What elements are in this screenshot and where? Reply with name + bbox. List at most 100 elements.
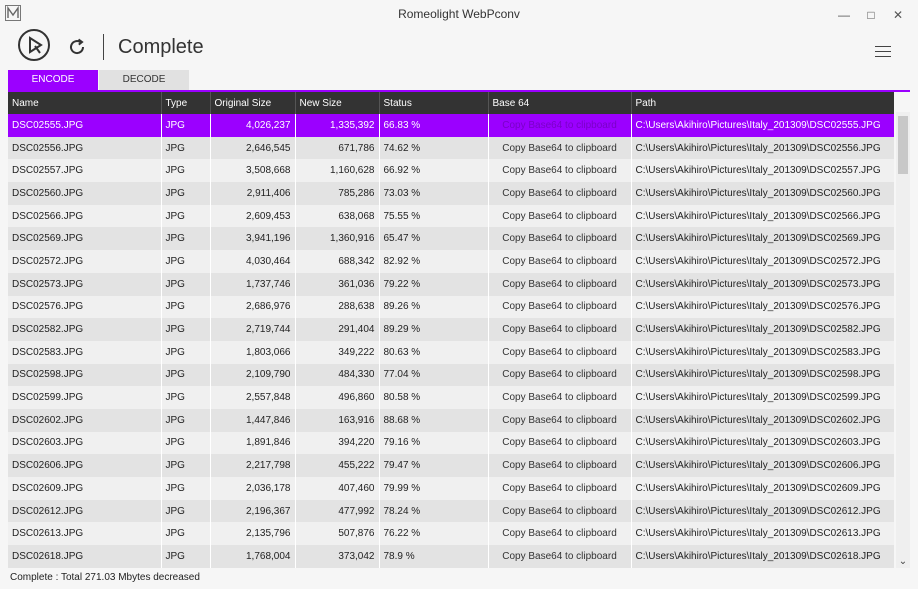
- copy-base64-button[interactable]: Copy Base64 to clipboard: [488, 499, 632, 523]
- cell-new-size: 477,992: [295, 499, 380, 523]
- copy-base64-button[interactable]: Copy Base64 to clipboard: [488, 545, 632, 568]
- copy-base64-button[interactable]: Copy Base64 to clipboard: [488, 408, 632, 432]
- cell-path: C:\Users\Akihiro\Pictures\Italy_201309\D…: [631, 477, 894, 500]
- copy-base64-button[interactable]: Copy Base64 to clipboard: [488, 227, 632, 251]
- copy-base64-button[interactable]: Copy Base64 to clipboard: [488, 159, 632, 183]
- table-row[interactable]: DSC02555.JPG JPG 4,026,237 1,335,392 66.83 %…: [8, 114, 894, 137]
- column-header-type[interactable]: Type: [161, 92, 211, 114]
- copy-base64-button[interactable]: Copy Base64 to clipboard: [488, 250, 632, 273]
- cell-name: DSC02573.JPG: [8, 272, 162, 296]
- cell-new-size: 288,638: [295, 295, 380, 319]
- table-row[interactable]: DSC02613.JPG JPG 2,135,796 507,876 76.22 % Co…: [8, 522, 894, 546]
- copy-base64-button[interactable]: Copy Base64 to clipboard: [488, 114, 632, 137]
- table-row[interactable]: DSC02599.JPG JPG 2,557,848 496,860 80.58 % Co…: [8, 386, 894, 409]
- cell-new-size: 496,860: [295, 386, 380, 409]
- cell-status: 73.03 %: [379, 182, 489, 205]
- cell-status: 79.47 %: [379, 454, 489, 477]
- column-header-path[interactable]: Path: [631, 92, 894, 114]
- copy-base64-button[interactable]: Copy Base64 to clipboard: [488, 386, 632, 409]
- cell-new-size: 361,036: [295, 272, 380, 296]
- table-row[interactable]: DSC02566.JPG JPG 2,609,453 638,068 75.55 % Co…: [8, 204, 894, 228]
- table-row[interactable]: DSC02606.JPG JPG 2,217,798 455,222 79.47 % Co…: [8, 454, 894, 477]
- copy-base64-button[interactable]: Copy Base64 to clipboard: [488, 522, 632, 546]
- cell-original-size: 1,768,004: [210, 545, 296, 568]
- file-table: Name Type Original Size New Size Status …: [8, 92, 894, 568]
- column-header-base64[interactable]: Base 64: [488, 92, 632, 114]
- copy-base64-button[interactable]: Copy Base64 to clipboard: [488, 272, 632, 296]
- copy-base64-button[interactable]: Copy Base64 to clipboard: [488, 340, 632, 364]
- table-row[interactable]: DSC02609.JPG JPG 2,036,178 407,460 79.99 % Co…: [8, 477, 894, 500]
- column-header-new-size[interactable]: New Size: [295, 92, 380, 114]
- cell-name: DSC02582.JPG: [8, 318, 162, 341]
- cell-new-size: 1,160,628: [295, 159, 380, 183]
- table-row[interactable]: DSC02602.JPG JPG 1,447,846 163,916 88.68 % Co…: [8, 408, 894, 432]
- cell-status: 79.22 %: [379, 272, 489, 296]
- copy-base64-button[interactable]: Copy Base64 to clipboard: [488, 204, 632, 228]
- table-row[interactable]: DSC02612.JPG JPG 2,196,367 477,992 78.24 % Co…: [8, 499, 894, 523]
- cell-status: 80.58 %: [379, 386, 489, 409]
- table-row[interactable]: DSC02618.JPG JPG 1,768,004 373,042 78.9 % Cop…: [8, 545, 894, 568]
- table-row[interactable]: DSC02573.JPG JPG 1,737,746 361,036 79.22 % Co…: [8, 272, 894, 296]
- cell-path: C:\Users\Akihiro\Pictures\Italy_201309\D…: [631, 408, 894, 432]
- cell-status: 75.55 %: [379, 204, 489, 228]
- cell-type: JPG: [161, 454, 211, 477]
- cell-status: 76.22 %: [379, 522, 489, 546]
- table-row[interactable]: DSC02560.JPG JPG 2,911,406 785,286 73.03 % Co…: [8, 182, 894, 205]
- table-row[interactable]: DSC02598.JPG JPG 2,109,790 484,330 77.04 % Co…: [8, 363, 894, 387]
- cell-name: DSC02572.JPG: [8, 250, 162, 273]
- cell-path: C:\Users\Akihiro\Pictures\Italy_201309\D…: [631, 182, 894, 205]
- cell-path: C:\Users\Akihiro\Pictures\Italy_201309\D…: [631, 114, 894, 137]
- table-row[interactable]: DSC02583.JPG JPG 1,803,066 349,222 80.63 % Co…: [8, 340, 894, 364]
- table-row[interactable]: DSC02572.JPG JPG 4,030,464 688,342 82.92 % Co…: [8, 250, 894, 273]
- cell-type: JPG: [161, 227, 211, 251]
- copy-base64-button[interactable]: Copy Base64 to clipboard: [488, 454, 632, 477]
- cell-status: 66.83 %: [379, 114, 489, 137]
- cell-new-size: 455,222: [295, 454, 380, 477]
- cell-path: C:\Users\Akihiro\Pictures\Italy_201309\D…: [631, 295, 894, 319]
- cell-type: JPG: [161, 159, 211, 183]
- column-header-status[interactable]: Status: [379, 92, 489, 114]
- tab-decode[interactable]: DECODE: [99, 70, 189, 90]
- table-row[interactable]: DSC02582.JPG JPG 2,719,744 291,404 89.29 % Co…: [8, 318, 894, 341]
- column-header-original-size[interactable]: Original Size: [210, 92, 296, 114]
- close-icon[interactable]: ✕: [886, 6, 910, 24]
- maximize-icon[interactable]: □: [859, 6, 883, 24]
- cell-original-size: 4,030,464: [210, 250, 296, 273]
- table-row[interactable]: DSC02603.JPG JPG 1,891,846 394,220 79.16 % Co…: [8, 431, 894, 455]
- cell-new-size: 163,916: [295, 408, 380, 432]
- cell-path: C:\Users\Akihiro\Pictures\Italy_201309\D…: [631, 159, 894, 183]
- cell-name: DSC02598.JPG: [8, 363, 162, 387]
- vertical-scrollbar[interactable]: ⌄: [896, 112, 910, 568]
- table-row[interactable]: DSC02556.JPG JPG 2,646,545 671,786 74.62 % Co…: [8, 136, 894, 160]
- cell-new-size: 688,342: [295, 250, 380, 273]
- copy-base64-button[interactable]: Copy Base64 to clipboard: [488, 318, 632, 341]
- copy-base64-button[interactable]: Copy Base64 to clipboard: [488, 295, 632, 319]
- toolbar-divider: [103, 34, 104, 60]
- cell-status: 79.99 %: [379, 477, 489, 500]
- scrollbar-thumb[interactable]: [898, 116, 908, 174]
- copy-base64-button[interactable]: Copy Base64 to clipboard: [488, 431, 632, 455]
- run-button[interactable]: [18, 29, 50, 61]
- refresh-button[interactable]: [66, 36, 88, 58]
- copy-base64-button[interactable]: Copy Base64 to clipboard: [488, 182, 632, 205]
- cell-original-size: 2,109,790: [210, 363, 296, 387]
- cell-name: DSC02556.JPG: [8, 136, 162, 160]
- copy-base64-button[interactable]: Copy Base64 to clipboard: [488, 477, 632, 500]
- cell-type: JPG: [161, 136, 211, 160]
- cell-path: C:\Users\Akihiro\Pictures\Italy_201309\D…: [631, 545, 894, 568]
- table-row[interactable]: DSC02557.JPG JPG 3,508,668 1,160,628 66.92 %…: [8, 159, 894, 183]
- tab-encode[interactable]: ENCODE: [8, 70, 98, 90]
- copy-base64-button[interactable]: Copy Base64 to clipboard: [488, 136, 632, 160]
- cell-path: C:\Users\Akihiro\Pictures\Italy_201309\D…: [631, 227, 894, 251]
- cell-new-size: 407,460: [295, 477, 380, 500]
- scroll-down-icon[interactable]: ⌄: [896, 556, 910, 568]
- table-row[interactable]: DSC02569.JPG JPG 3,941,196 1,360,916 65.47 %…: [8, 227, 894, 251]
- status-bar-text: Complete : Total 271.03 Mbytes decreased: [10, 572, 200, 583]
- cell-original-size: 3,941,196: [210, 227, 296, 251]
- table-row[interactable]: DSC02576.JPG JPG 2,686,976 288,638 89.26 % Co…: [8, 295, 894, 319]
- hamburger-menu-icon[interactable]: [875, 46, 891, 58]
- minimize-icon[interactable]: —: [832, 6, 856, 24]
- cell-new-size: 1,360,916: [295, 227, 380, 251]
- copy-base64-button[interactable]: Copy Base64 to clipboard: [488, 363, 632, 387]
- column-header-name[interactable]: Name: [8, 92, 162, 114]
